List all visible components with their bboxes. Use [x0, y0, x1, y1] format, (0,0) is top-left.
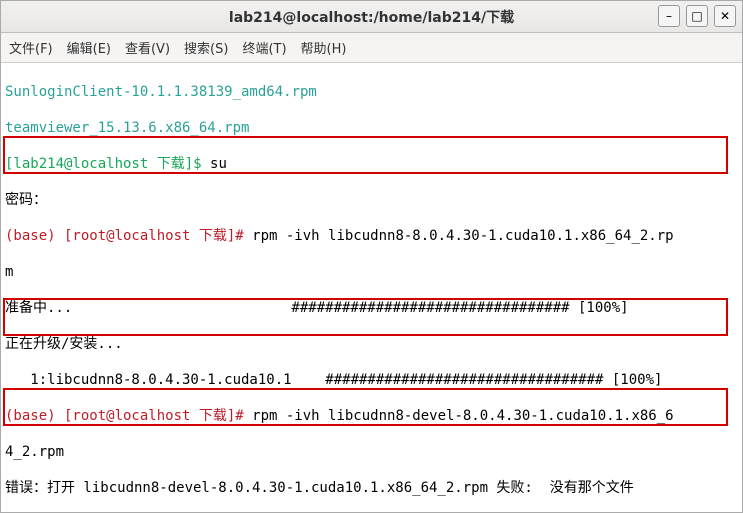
command-text: rpm -ivh libcudnn8-8.0.4.30-1.cuda10.1.x…	[252, 228, 673, 244]
command-text: rpm -ivh libcudnn8-devel-8.0.4.30-1.cuda…	[252, 408, 673, 424]
menu-edit[interactable]: 编辑(E)	[67, 38, 111, 57]
minimize-button[interactable]: –	[658, 5, 680, 27]
maximize-button[interactable]: □	[686, 5, 708, 27]
terminal-window: lab214@localhost:/home/lab214/下载 – □ ✕ 文…	[0, 0, 743, 513]
command-text: su	[210, 156, 227, 172]
menu-search[interactable]: 搜索(S)	[184, 38, 228, 57]
prompt-root: (base) [root@localhost 下载]#	[5, 228, 252, 244]
terminal-line: (base) [root@localhost 下载]# rpm -ivh lib…	[5, 227, 738, 245]
terminal-line: (base) [root@localhost 下载]# rpm -ivh lib…	[5, 407, 738, 425]
terminal-line: teamviewer_15.13.6.x86_64.rpm	[5, 119, 738, 137]
prompt-root: (base) [root@localhost 下载]#	[5, 408, 252, 424]
terminal-line: 正在升级/安装...	[5, 335, 738, 353]
terminal-line: 准备中... #################################…	[5, 299, 738, 317]
titlebar: lab214@localhost:/home/lab214/下载 – □ ✕	[1, 1, 742, 33]
window-title: lab214@localhost:/home/lab214/下载	[1, 7, 742, 27]
window-controls: – □ ✕	[658, 5, 736, 27]
terminal-line: [lab214@localhost 下载]$ su	[5, 155, 738, 173]
terminal-line: 错误：打开 libcudnn8-devel-8.0.4.30-1.cuda10.…	[5, 479, 738, 497]
menu-terminal[interactable]: 终端(T)	[242, 38, 286, 57]
terminal-line: 4_2.rpm	[5, 443, 738, 461]
close-button[interactable]: ✕	[714, 5, 736, 27]
menu-file[interactable]: 文件(F)	[9, 38, 53, 57]
menu-view[interactable]: 查看(V)	[125, 38, 170, 57]
prompt-user: [lab214@localhost 下载]$	[5, 156, 210, 172]
terminal-line: SunloginClient-10.1.1.38139_amd64.rpm	[5, 83, 738, 101]
menubar: 文件(F) 编辑(E) 查看(V) 搜索(S) 终端(T) 帮助(H)	[1, 33, 742, 63]
terminal-line: m	[5, 263, 738, 281]
menu-help[interactable]: 帮助(H)	[301, 38, 347, 57]
terminal-line: 1:libcudnn8-8.0.4.30-1.cuda10.1 ########…	[5, 371, 738, 389]
terminal-line: 密码：	[5, 191, 738, 209]
terminal-area[interactable]: SunloginClient-10.1.1.38139_amd64.rpm te…	[1, 63, 742, 512]
